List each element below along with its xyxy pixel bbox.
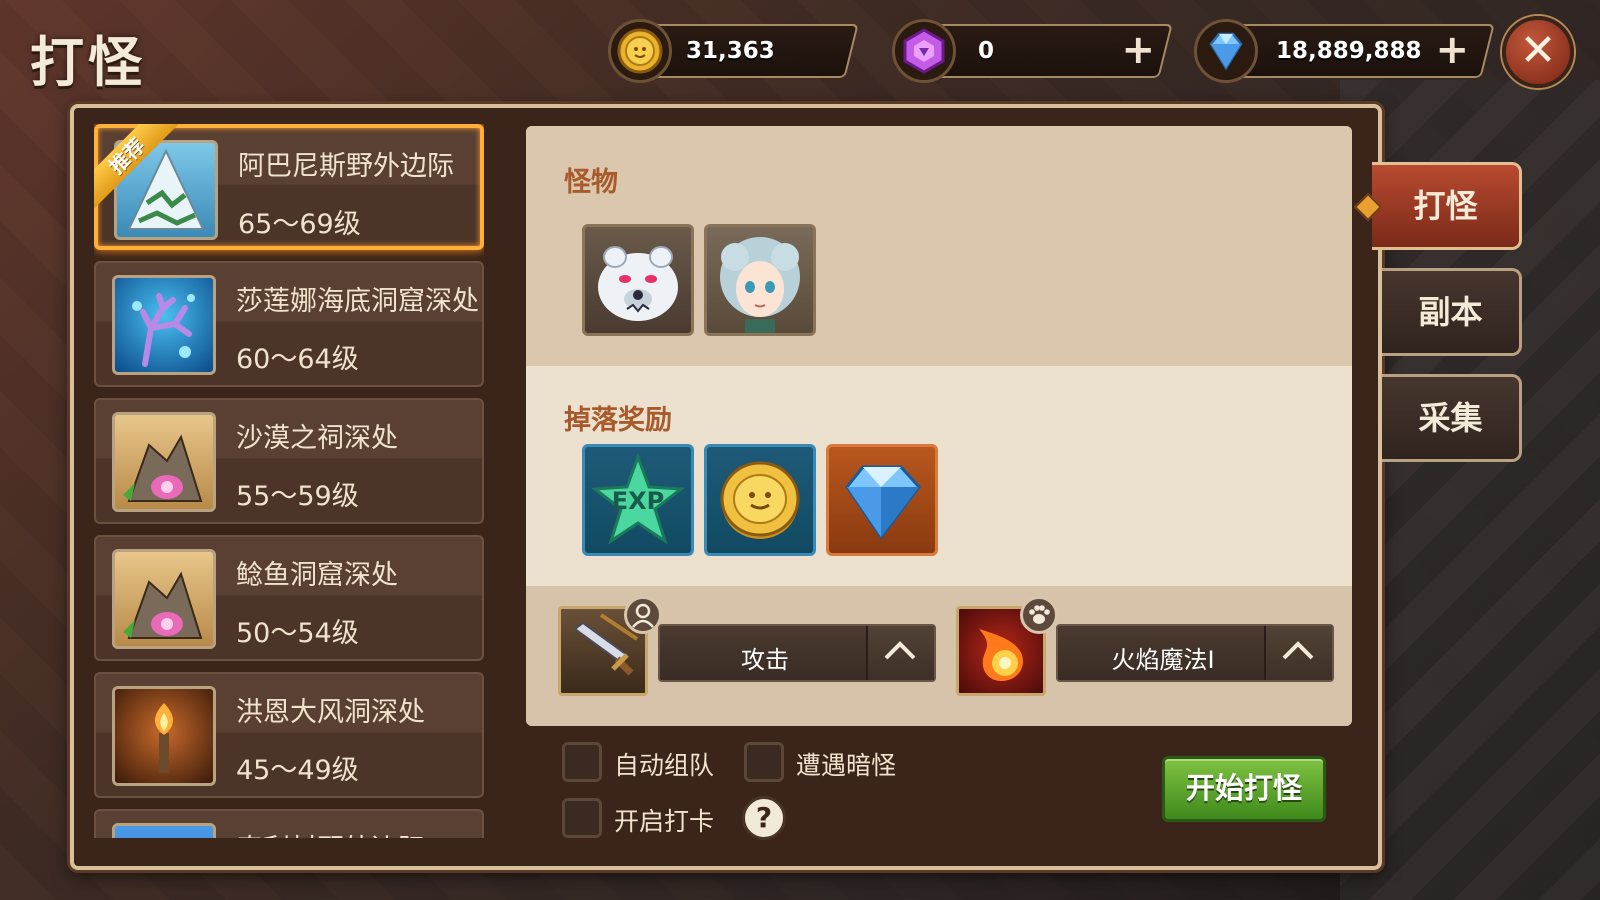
stage-item[interactable]: 奇利村野外边际 xyxy=(94,809,484,838)
tab-gather[interactable]: 采集 xyxy=(1382,374,1522,462)
diamond-value: 18,889,888 xyxy=(1276,38,1422,64)
pet-skill-select[interactable]: 火焰魔法Ⅰ xyxy=(1056,624,1334,682)
gem-currency: 0 + xyxy=(889,19,1173,83)
stage-name: 洪恩大风洞深处 xyxy=(236,697,425,728)
stage-detail: 怪物 掉落奖励 EXP 攻击 火焰魔法Ⅰ xyxy=(526,126,1352,726)
person-icon xyxy=(624,596,662,634)
rock-shell-icon xyxy=(112,412,216,512)
paw-icon xyxy=(1020,596,1058,634)
stage-level: 65～69级 xyxy=(238,209,361,240)
start-battle-button[interactable]: 开始打怪 xyxy=(1162,756,1326,822)
gold-currency: 31,363 xyxy=(605,19,859,83)
gold-value: 31,363 xyxy=(686,38,775,64)
auto-team-label: 自动组队 xyxy=(614,751,715,780)
auto-team-checkbox[interactable] xyxy=(562,742,602,782)
diamond-currency: 18,889,888 + xyxy=(1191,19,1495,83)
svg-text:EXP: EXP xyxy=(612,487,665,515)
stage-name: 莎莲娜海底洞窟深处 xyxy=(236,286,479,317)
stage-level: 55～59级 xyxy=(236,481,359,512)
stage-name: 沙漠之祠深处 xyxy=(236,423,398,454)
rock-shell-icon xyxy=(112,549,216,649)
tab-fight[interactable]: 打怪 xyxy=(1372,162,1522,250)
gem-value: 0 xyxy=(978,38,995,64)
ice-maiden-icon xyxy=(720,237,800,333)
polar-bear-icon xyxy=(598,246,678,321)
close-button[interactable]: ✕ xyxy=(1502,16,1574,88)
drops-section: 掉落奖励 EXP xyxy=(526,366,1352,586)
pet-skill-label: 火焰魔法Ⅰ xyxy=(1111,646,1215,674)
drop-slot[interactable] xyxy=(826,444,938,556)
torch-cave-icon xyxy=(112,686,216,786)
attack-skill-label: 攻击 xyxy=(741,646,789,674)
help-button[interactable]: ? xyxy=(742,796,786,840)
stage-level: 60～64级 xyxy=(236,344,359,375)
drop-slot[interactable] xyxy=(704,444,816,556)
stage-level: 45～49级 xyxy=(236,755,359,786)
chevron-up-icon[interactable] xyxy=(866,626,934,680)
stage-item[interactable]: 沙漠之祠深处 55～59级 xyxy=(94,398,484,524)
main-panel: 推荐 阿巴尼斯野外边际 65～69级 莎莲娜海底洞窟深处 60～64级 沙漠之祠… xyxy=(70,104,1382,870)
monster-section: 怪物 xyxy=(526,126,1352,366)
encounter-hidden-label: 遭遇暗怪 xyxy=(796,751,897,780)
gold-coin-icon xyxy=(720,461,800,539)
diamond-icon xyxy=(845,465,921,540)
monster-slot[interactable] xyxy=(582,224,694,336)
monster-slot[interactable] xyxy=(704,224,816,336)
check-in-checkbox[interactable] xyxy=(562,798,602,838)
attack-skill-select[interactable]: 攻击 xyxy=(658,624,936,682)
stage-item[interactable]: 推荐 阿巴尼斯野外边际 65～69级 xyxy=(94,124,484,250)
exp-star-icon: EXP xyxy=(590,452,686,545)
stage-name: 奇利村野外边际 xyxy=(236,827,425,838)
stage-item[interactable]: 鲶鱼洞窟深处 50～54级 xyxy=(94,535,484,661)
drops-title: 掉落奖励 xyxy=(564,405,672,436)
encounter-hidden-checkbox[interactable] xyxy=(744,742,784,782)
skills-section: 攻击 火焰魔法Ⅰ xyxy=(526,586,1352,726)
add-diamond-button[interactable]: + xyxy=(1432,27,1472,73)
stage-name: 鲶鱼洞窟深处 xyxy=(236,560,398,591)
purple-gem-icon xyxy=(892,19,956,83)
stage-item[interactable]: 洪恩大风洞深处 45～49级 xyxy=(94,672,484,798)
recommended-badge: 推荐 xyxy=(94,124,178,208)
tab-dungeon[interactable]: 副本 xyxy=(1382,268,1522,356)
monster-title: 怪物 xyxy=(564,167,618,198)
diamond-icon xyxy=(1194,19,1258,83)
drop-slot[interactable]: EXP xyxy=(582,444,694,556)
page-title: 打怪 xyxy=(30,31,146,94)
add-gem-button[interactable]: + xyxy=(1118,27,1158,73)
stage-list[interactable]: 推荐 阿巴尼斯野外边际 65～69级 莎莲娜海底洞窟深处 60～64级 沙漠之祠… xyxy=(94,124,484,838)
sky-icon xyxy=(112,823,216,838)
chevron-up-icon[interactable] xyxy=(1264,626,1332,680)
stage-name: 阿巴尼斯野外边际 xyxy=(238,151,454,182)
gold-coin-icon xyxy=(608,19,672,83)
stage-level: 50～54级 xyxy=(236,618,359,649)
check-in-label: 开启打卡 xyxy=(614,807,715,836)
coral-reef-icon xyxy=(112,275,216,375)
stage-item[interactable]: 莎莲娜海底洞窟深处 60～64级 xyxy=(94,261,484,387)
